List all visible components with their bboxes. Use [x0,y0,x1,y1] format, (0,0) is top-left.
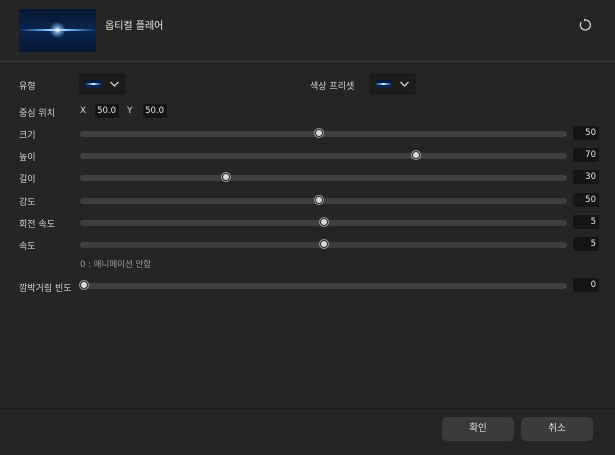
rotation-speed-value-input[interactable]: 5 [573,215,599,229]
center-x-label: X [80,106,87,116]
reset-button[interactable] [576,16,594,34]
flicker-slider[interactable] [80,281,567,289]
length-slider-handle[interactable] [222,173,231,181]
intensity-slider-handle[interactable] [314,196,323,204]
length-value-input[interactable]: 30 [573,170,599,184]
header: 옵티컬 플레어 [0,0,615,62]
type-preview-swatch [85,80,102,88]
type-label: 유형 [19,82,36,92]
speed-value-input[interactable]: 5 [573,237,599,251]
color-preset-swatch [375,80,392,88]
flicker-slider-handle[interactable] [80,281,88,289]
length-slider[interactable] [80,173,567,181]
animation-hint: 0 : 애니메이션 안함 [80,260,152,270]
intensity-value-input[interactable]: 50 [573,193,599,207]
size-slider-handle[interactable] [314,129,323,137]
intensity-slider[interactable] [80,196,567,204]
height-slider[interactable] [80,151,567,159]
center-y-input[interactable]: 50.0 [143,104,167,118]
size-label: 크기 [19,131,36,141]
speed-slider[interactable] [80,240,567,248]
color-preset-label: 색상 프리셋 [310,82,355,92]
speed-label: 속도 [19,242,36,252]
intensity-label: 강도 [19,198,36,208]
length-label: 길이 [19,175,36,185]
type-dropdown[interactable] [79,73,126,95]
size-slider[interactable] [80,129,567,137]
chevron-down-icon [400,81,409,87]
height-label: 높이 [19,153,36,163]
chevron-down-icon [110,81,119,87]
flicker-label: 깜박거림 빈도 [19,284,72,294]
center-y-label: Y [127,106,133,116]
center-x-input[interactable]: 50.0 [95,104,119,118]
rotation-speed-label: 회전 속도 [19,220,55,230]
speed-slider-handle[interactable] [319,240,328,248]
ok-button[interactable]: 확인 [442,417,514,441]
height-slider-handle[interactable] [412,151,421,159]
rotation-speed-slider-handle[interactable] [319,218,328,226]
rotation-speed-slider[interactable] [80,218,567,226]
page-title: 옵티컬 플레어 [105,21,164,32]
flicker-value-input[interactable]: 0 [573,278,599,292]
cancel-button[interactable]: 취소 [521,417,593,441]
preview-thumbnail [19,9,96,52]
size-value-input[interactable]: 50 [573,126,599,140]
color-preset-dropdown[interactable] [369,73,416,95]
reset-icon [579,18,591,31]
center-position-label: 중심 위치 [19,109,55,119]
height-value-input[interactable]: 70 [573,148,599,162]
